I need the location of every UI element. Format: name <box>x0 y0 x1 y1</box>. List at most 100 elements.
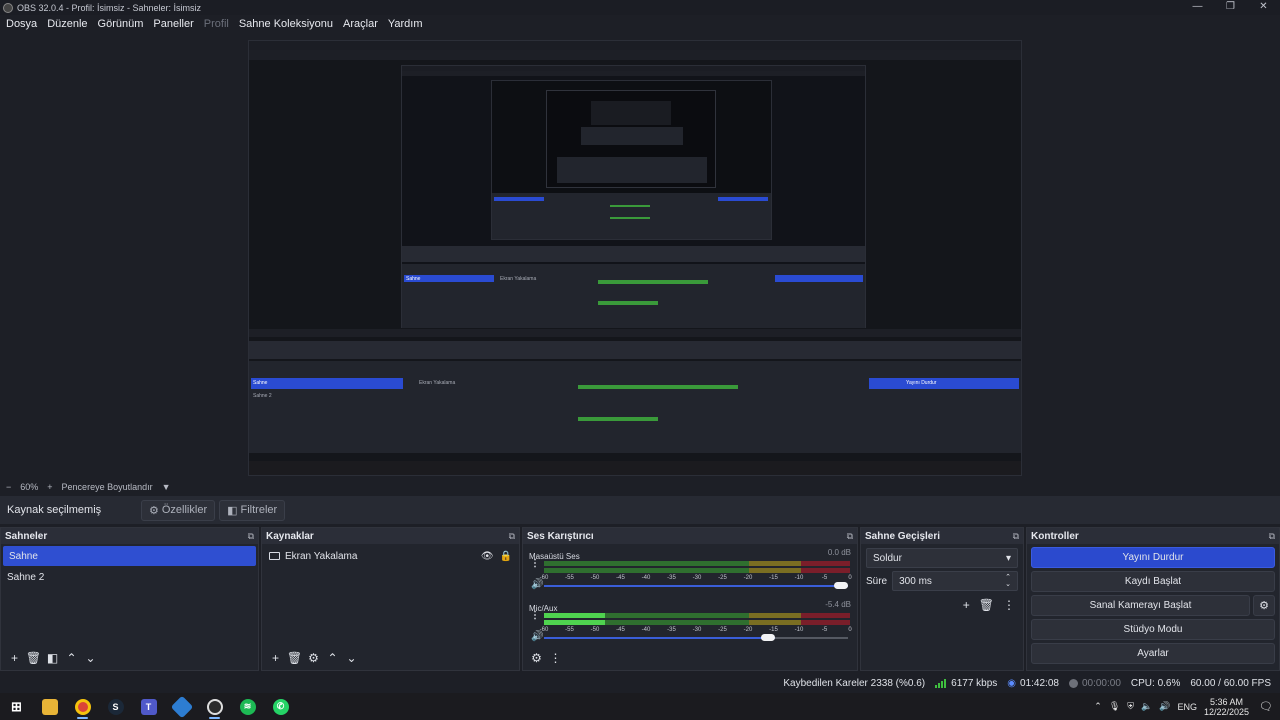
menu-edit[interactable]: Düzenle <box>47 18 87 30</box>
filters-button[interactable]: ◧ Filtreler <box>219 499 286 521</box>
clock-time: 5:36 AM <box>1209 696 1244 707</box>
undock-icon[interactable]: ⧉ <box>1013 531 1019 542</box>
scene-item[interactable]: Sahne <box>3 546 256 566</box>
settings-button[interactable]: Ayarlar <box>1031 643 1275 664</box>
audio-mixer-dock: Ses Karıştırıcı ⧉ Masaüstü Ses 0.0 dB ⋮ … <box>522 527 858 671</box>
chrome-icon[interactable] <box>66 693 99 720</box>
undock-icon[interactable]: ⧉ <box>1269 531 1275 542</box>
minimize-button[interactable]: — <box>1181 0 1214 15</box>
mixer-toolbar: ⚙ ⋮ <box>523 646 857 670</box>
channel-menu-icon[interactable]: ⋮ <box>530 559 540 569</box>
duration-spinbox[interactable]: 300 ms ⌃ ⌄ <box>892 571 1018 591</box>
move-down-icon[interactable]: ⌄ <box>81 651 100 665</box>
nested-preview-3 <box>546 90 716 188</box>
menu-docks[interactable]: Paneller <box>153 18 193 30</box>
add-transition-icon[interactable]: + <box>963 598 970 612</box>
file-explorer-icon[interactable] <box>33 693 66 720</box>
speaker-icon[interactable]: 🔊 <box>531 579 543 590</box>
properties-button[interactable]: ⚙ Özellikler <box>141 499 216 521</box>
speaker-icon[interactable]: 🔊 <box>1159 701 1170 712</box>
menu-file[interactable]: Dosya <box>6 18 37 30</box>
spin-arrows-icon[interactable]: ⌃ ⌄ <box>1005 574 1011 588</box>
bitrate-indicator: 6177 kbps <box>935 678 997 689</box>
menu-tools[interactable]: Araçlar <box>343 18 378 30</box>
notification-icon[interactable]: 🗨 <box>1259 700 1273 713</box>
controls-dock: Kontroller ⧉ Yayını Durdur Kaydı Başlat … <box>1026 527 1280 671</box>
microphone-icon[interactable]: 🎙 <box>1109 701 1120 712</box>
record-icon <box>1068 678 1078 688</box>
mixer-settings-icon[interactable]: ⚙ <box>527 651 546 665</box>
clock[interactable]: 5:36 AM 12/22/2025 <box>1204 697 1249 717</box>
menu-view[interactable]: Görünüm <box>98 18 144 30</box>
source-settings-icon[interactable]: ⚙ <box>304 651 323 665</box>
security-icon[interactable]: ⛨ <box>1127 701 1134 712</box>
lock-icon[interactable]: 🔒 <box>500 551 512 562</box>
remove-source-icon[interactable]: 🗑 <box>285 651 304 665</box>
move-up-icon[interactable]: ⌃ <box>62 651 81 665</box>
maximize-button[interactable]: ❐ <box>1214 0 1247 15</box>
remove-transition-icon[interactable]: 🗑 <box>979 598 994 612</box>
teams-icon[interactable]: T <box>132 693 165 720</box>
system-tray: ⌃ 🎙 ⛨ 🔈 🔊 ENG 5:36 AM 12/22/2025 🗨 <box>1094 693 1280 720</box>
chevron-up-icon[interactable]: ⌃ <box>1094 701 1102 712</box>
move-down-icon[interactable]: ⌄ <box>342 651 361 665</box>
level-meter <box>544 568 850 573</box>
gear-icon[interactable]: ⚙ <box>1253 595 1275 616</box>
add-source-icon[interactable]: + <box>266 651 285 665</box>
steam-icon[interactable]: S <box>99 693 132 720</box>
language-indicator[interactable]: ENG <box>1177 702 1197 712</box>
studio-mode-button[interactable]: Stüdyo Modu <box>1031 619 1275 640</box>
duration-row: Süre 300 ms ⌃ ⌄ <box>866 571 1018 591</box>
start-virtual-camera-button[interactable]: Sanal Kamerayı Başlat <box>1031 595 1250 616</box>
channel-db: -5.4 dB <box>825 600 851 609</box>
zoom-bar: − 60% + Pencereye Boyutlandır ▼ <box>0 479 1280 494</box>
start-recording-button[interactable]: Kaydı Başlat <box>1031 571 1275 592</box>
scene-filters-icon[interactable]: ◧ <box>43 651 62 665</box>
spotify-icon[interactable]: ≋ <box>231 693 264 720</box>
windows-start-icon[interactable]: ⊞ <box>0 693 33 720</box>
preview-canvas[interactable]: Sahne Ekran Yakalama Sahne Sahne 2 Ekran… <box>248 40 1022 476</box>
transition-select[interactable]: Soldur ▾ <box>866 548 1018 568</box>
scene-item[interactable]: Sahne 2 <box>1 567 258 587</box>
context-bar: Kaynak seçilmemiş ⚙ Özellikler ◧ Filtrel… <box>0 496 1280 524</box>
undock-icon[interactable]: ⧉ <box>509 531 515 542</box>
scenes-header: Sahneler ⧉ <box>1 528 258 544</box>
menu-scene-collection[interactable]: Sahne Koleksiyonu <box>239 18 333 30</box>
level-meter <box>544 613 850 618</box>
volume-icon[interactable]: 🔈 <box>1141 701 1152 712</box>
sources-header: Kaynaklar ⧉ <box>262 528 519 544</box>
close-button[interactable]: ✕ <box>1247 0 1280 15</box>
volume-slider[interactable] <box>544 634 848 641</box>
undock-icon[interactable]: ⧉ <box>847 531 853 542</box>
whatsapp-icon[interactable]: ✆ <box>264 693 297 720</box>
filter-icon: ◧ <box>227 504 238 517</box>
stream-time-indicator: ◉ 01:42:08 <box>1007 678 1059 689</box>
source-label: Ekran Yakalama <box>285 550 358 562</box>
zoom-out-button[interactable]: − <box>6 482 11 492</box>
zoom-in-button[interactable]: + <box>47 482 52 492</box>
transition-value: Soldur <box>873 552 902 564</box>
remove-scene-icon[interactable]: 🗑 <box>24 651 43 665</box>
transition-menu-icon[interactable]: ⋮ <box>1003 598 1015 612</box>
zoom-dropdown-icon[interactable]: ▼ <box>162 482 171 492</box>
speaker-icon[interactable]: 🔊 <box>531 631 543 642</box>
mixer-menu-icon[interactable]: ⋮ <box>546 651 565 665</box>
channel-menu-icon[interactable]: ⋮ <box>530 611 540 621</box>
move-up-icon[interactable]: ⌃ <box>323 651 342 665</box>
obs-icon <box>3 2 13 13</box>
transitions-title: Sahne Geçişleri <box>865 530 941 542</box>
volume-slider[interactable] <box>544 582 848 589</box>
eye-icon[interactable]: 👁 <box>481 551 494 562</box>
undock-icon[interactable]: ⧉ <box>248 531 254 542</box>
monitor-icon <box>269 552 280 560</box>
network-app-icon[interactable] <box>165 693 198 720</box>
source-item[interactable]: Ekran Yakalama 👁 🔒 <box>262 546 519 566</box>
scenes-toolbar: + 🗑 ◧ ⌃ ⌄ <box>1 646 258 670</box>
stop-streaming-button[interactable]: Yayını Durdur <box>1031 547 1275 568</box>
scene-transitions-dock: Sahne Geçişleri ⧉ Soldur ▾ Süre 300 ms ⌃… <box>860 527 1024 671</box>
fit-to-window-label: Pencereye Boyutlandır <box>61 481 153 492</box>
obs-icon[interactable] <box>198 693 231 720</box>
add-scene-icon[interactable]: + <box>5 651 24 665</box>
clock-date: 12/22/2025 <box>1203 706 1250 717</box>
menu-help[interactable]: Yardım <box>388 18 423 30</box>
